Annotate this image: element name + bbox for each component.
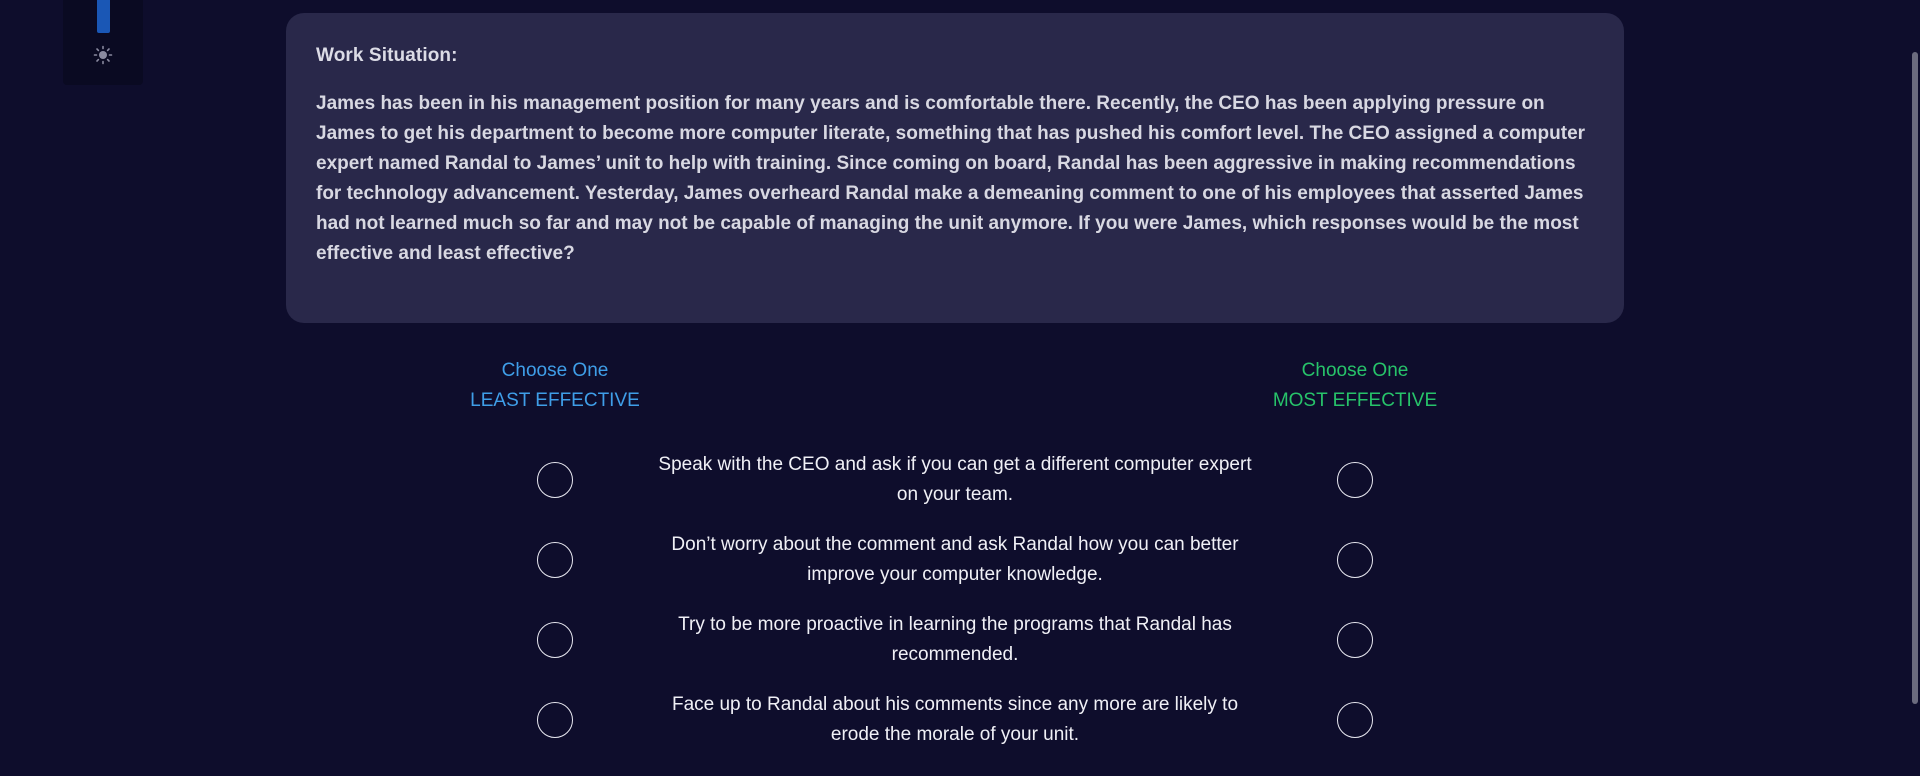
most-instruction: Choose One [1301, 360, 1409, 381]
least-effective-radio[interactable] [537, 462, 573, 498]
least-effective-radio[interactable] [537, 702, 573, 738]
side-rail [63, 0, 143, 85]
least-instruction: Choose One [501, 360, 609, 381]
most-effective-radio[interactable] [1337, 622, 1373, 658]
most-label: MOST EFFECTIVE [1272, 390, 1438, 411]
progress-indicator [97, 0, 110, 33]
situation-heading: Work Situation: [316, 45, 458, 66]
option-text: Don’t worry about the comment and ask Ra… [671, 534, 1239, 585]
situation-text: James has been in his management positio… [316, 93, 1586, 264]
option-row: Try to be more proactive in learning the… [0, 600, 1920, 680]
situation-card: Work Situation: James has been in his ma… [286, 13, 1624, 323]
most-effective-header: Choose One MOST EFFECTIVE [1205, 356, 1505, 416]
most-effective-radio[interactable] [1337, 542, 1373, 578]
most-effective-radio[interactable] [1337, 462, 1373, 498]
scrollbar-thumb[interactable] [1912, 52, 1918, 704]
scrollbar[interactable] [1911, 0, 1920, 776]
least-effective-header: Choose One LEAST EFFECTIVE [405, 356, 705, 416]
least-label: LEAST EFFECTIVE [470, 390, 640, 411]
sun-icon[interactable] [90, 42, 116, 68]
option-row: Don’t worry about the comment and ask Ra… [0, 520, 1920, 600]
option-text: Try to be more proactive in learning the… [678, 614, 1232, 665]
option-text: Face up to Randal about his comments sin… [671, 694, 1239, 745]
option-row: Face up to Randal about his comments sin… [0, 680, 1920, 760]
page: Work Situation: James has been in his ma… [0, 0, 1920, 776]
option-text: Speak with the CEO and ask if you can ge… [658, 454, 1252, 505]
least-effective-radio[interactable] [537, 622, 573, 658]
least-effective-radio[interactable] [537, 542, 573, 578]
option-row: Speak with the CEO and ask if you can ge… [0, 440, 1920, 520]
most-effective-radio[interactable] [1337, 702, 1373, 738]
